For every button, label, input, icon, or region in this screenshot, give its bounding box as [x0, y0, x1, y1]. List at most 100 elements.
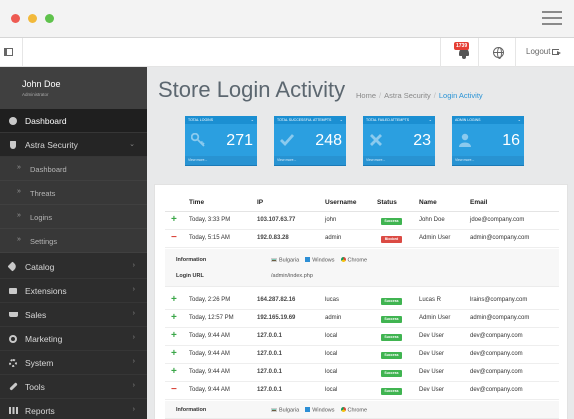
- expand-icon[interactable]: +: [171, 214, 177, 226]
- logout-button[interactable]: Logout: [526, 47, 562, 56]
- chevron-right-icon: »: [17, 236, 21, 243]
- detail-browser: Chrome: [347, 407, 368, 414]
- expand-icon[interactable]: +: [171, 294, 177, 306]
- gear-icon: [9, 359, 17, 367]
- table-row[interactable]: − Today, 5:15 AM 192.0.83.28 admin Block…: [165, 231, 559, 248]
- tile-footer[interactable]: View more...: [274, 156, 346, 165]
- expand-icon[interactable]: +: [171, 366, 177, 378]
- cell-ip: 127.0.0.1: [257, 333, 283, 339]
- chevron-right-icon: »: [17, 164, 21, 171]
- sidebar-item-astra-security[interactable]: Astra Security ⌄: [0, 133, 147, 157]
- table-row[interactable]: + Today, 12:57 PM 192.165.19.69 admin Su…: [165, 311, 559, 328]
- chrome-icon: [340, 257, 346, 262]
- column-header-time[interactable]: Time: [189, 199, 204, 206]
- cell-username: admin: [325, 315, 342, 321]
- user-name: John Doe: [22, 79, 61, 89]
- column-header-status[interactable]: Status: [377, 199, 397, 206]
- sidebar-item-label: System: [25, 358, 54, 368]
- tile-value: 248: [315, 132, 342, 149]
- column-header-email[interactable]: Email: [470, 199, 487, 206]
- column-header-username[interactable]: Username: [325, 199, 356, 206]
- logout-label: Logout: [526, 47, 551, 56]
- windows-icon: [305, 257, 311, 262]
- wrench-icon: [9, 382, 18, 391]
- column-header-ip[interactable]: IP: [257, 199, 263, 206]
- cell-name: Dev User: [419, 369, 445, 375]
- breadcrumb-current[interactable]: Login Activity: [439, 91, 483, 100]
- cell-username: lucas: [325, 297, 340, 303]
- sidebar-item-tools[interactable]: Tools ›: [0, 375, 147, 399]
- sidebar-subitem-threats[interactable]: » Threats: [0, 181, 147, 205]
- tile-admin-logins: ADMIN LOGINS ⌄ 16 View more...: [452, 116, 524, 166]
- sidebar-item-catalog[interactable]: Catalog ›: [0, 255, 147, 279]
- sidebar-item-reports[interactable]: Reports ›: [0, 399, 147, 419]
- view-more-link[interactable]: View more...: [455, 158, 474, 162]
- globe-icon[interactable]: [493, 47, 504, 59]
- column-header-name[interactable]: Name: [419, 199, 437, 206]
- breadcrumb-home[interactable]: Home: [356, 91, 376, 100]
- view-more-link[interactable]: View more...: [366, 158, 385, 162]
- tile-title: TOTAL FAILED ATTEMPTS: [366, 117, 410, 122]
- sidebar-item-marketing[interactable]: Marketing ›: [0, 327, 147, 351]
- notification-badge: 1739: [454, 42, 470, 50]
- maximize-window-button[interactable]: [45, 14, 54, 23]
- chevron-right-icon: »: [17, 188, 21, 195]
- tile-title: ADMIN LOGINS: [455, 117, 481, 122]
- detail-country: Bulgaria: [279, 257, 300, 264]
- login-activity-table: Time IP Username Status Name Email + Tod…: [154, 184, 568, 419]
- sidebar-subitem-logins[interactable]: » Logins: [0, 205, 147, 229]
- user-profile[interactable]: John Doe Administrator: [0, 67, 147, 109]
- sidebar-item-dashboard[interactable]: Dashboard: [0, 109, 147, 133]
- row-detail: Information Bulgaria Windows Chrome Login …: [165, 249, 559, 287]
- status-badge: Success: [381, 334, 402, 341]
- chevron-right-icon: »: [17, 212, 21, 219]
- table-row[interactable]: + Today, 9:44 AM 127.0.0.1 local Success…: [165, 329, 559, 346]
- table-row[interactable]: + Today, 3:33 PM 103.107.63.77 john Succ…: [165, 213, 559, 230]
- caret-down-icon[interactable]: ⌄: [429, 117, 432, 122]
- key-icon: [191, 133, 205, 147]
- table-row[interactable]: + Today, 9:44 AM 127.0.0.1 local Success…: [165, 347, 559, 364]
- table-row[interactable]: − Today, 9:44 AM 127.0.0.1 local Success…: [165, 383, 559, 400]
- collapse-icon[interactable]: −: [171, 384, 177, 396]
- status-badge: Success: [381, 370, 402, 377]
- tile-header: TOTAL SUCCESSFUL ATTEMPTS ⌄: [274, 116, 346, 124]
- collapse-icon[interactable]: −: [171, 232, 177, 244]
- expand-icon[interactable]: +: [171, 330, 177, 342]
- sidebar-item-label: Extensions: [25, 286, 67, 296]
- sidebar-subitem-settings[interactable]: » Settings: [0, 229, 147, 253]
- app-header: 1739 Logout: [0, 38, 574, 67]
- hamburger-menu-icon[interactable]: [542, 11, 562, 25]
- close-window-button[interactable]: [11, 14, 20, 23]
- cell-ip: 192.165.19.69: [257, 315, 296, 321]
- header-divider: [22, 38, 23, 67]
- view-more-link[interactable]: View more...: [277, 158, 296, 162]
- chevron-right-icon: ›: [132, 310, 135, 317]
- breadcrumb-astra-security[interactable]: Astra Security: [384, 91, 431, 100]
- caret-down-icon[interactable]: ⌄: [340, 117, 343, 122]
- table-row[interactable]: + Today, 2:26 PM 164.287.82.16 lucas Suc…: [165, 293, 559, 310]
- expand-icon[interactable]: +: [171, 312, 177, 324]
- cell-ip: 127.0.0.1: [257, 369, 283, 375]
- header-divider: [515, 38, 516, 67]
- sidebar-item-sales[interactable]: Sales ›: [0, 303, 147, 327]
- sidebar-toggle-icon[interactable]: [4, 48, 13, 56]
- cell-time: Today, 2:26 PM: [189, 297, 231, 303]
- table-row[interactable]: + Today, 9:44 AM 127.0.0.1 local Success…: [165, 365, 559, 382]
- expand-icon[interactable]: +: [171, 348, 177, 360]
- tile-footer[interactable]: View more...: [452, 156, 524, 165]
- cell-email: dev@company.com: [470, 351, 523, 357]
- sidebar-item-system[interactable]: System ›: [0, 351, 147, 375]
- sidebar-item-label: Reports: [25, 406, 55, 416]
- detail-os: Windows: [312, 407, 335, 414]
- user-role: Administrator: [22, 92, 49, 97]
- sidebar-item-extensions[interactable]: Extensions ›: [0, 279, 147, 303]
- caret-down-icon[interactable]: ⌄: [518, 117, 521, 122]
- sidebar-subitem-dashboard[interactable]: » Dashboard: [0, 157, 147, 181]
- cell-time: Today, 5:15 AM: [189, 235, 230, 241]
- tile-footer[interactable]: View more...: [363, 156, 435, 165]
- detail-info-label: Information: [176, 407, 207, 413]
- view-more-link[interactable]: View more...: [188, 158, 207, 162]
- minimize-window-button[interactable]: [28, 14, 37, 23]
- tile-footer[interactable]: View more...: [185, 156, 257, 165]
- caret-down-icon[interactable]: ⌄: [251, 117, 254, 122]
